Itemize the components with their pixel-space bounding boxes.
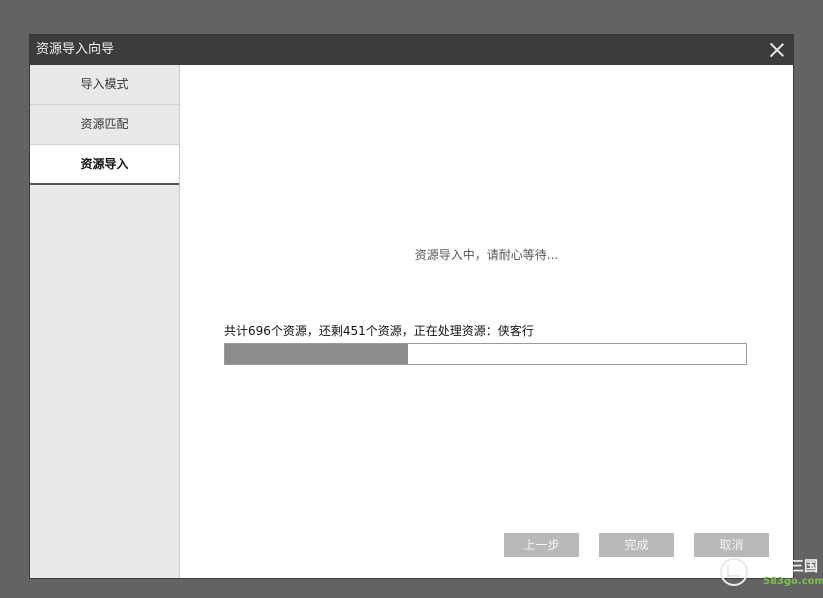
dialog-title: 资源导入向导	[36, 42, 115, 57]
watermark-text: 三国	[790, 559, 818, 575]
finish-button[interactable]: 完成	[599, 533, 674, 557]
step-import-mode[interactable]: 导入模式	[30, 65, 179, 105]
step-resource-import[interactable]: 资源导入	[30, 145, 179, 185]
import-wizard-dialog: 资源导入向导 导入模式 资源匹配 资源导入 资源导入中，请耐心等待... 共计6…	[30, 35, 793, 578]
progress-bar-fill	[225, 344, 409, 364]
title-bar[interactable]: 资源导入向导	[30, 35, 793, 65]
progress-status-text: 共计696个资源，还剩451个资源，正在处理资源：侠客行	[224, 324, 534, 338]
watermark-logo-icon	[720, 558, 748, 586]
progress-bar	[224, 343, 747, 365]
close-icon[interactable]	[767, 40, 787, 60]
waiting-message: 资源导入中，请耐心等待...	[414, 248, 559, 262]
step-resource-match[interactable]: 资源匹配	[30, 105, 179, 145]
prev-button[interactable]: 上一步	[504, 533, 579, 557]
watermark-url: 583go.com	[763, 576, 823, 587]
wizard-content: 资源导入中，请耐心等待... 共计696个资源，还剩451个资源，正在处理资源：…	[180, 65, 793, 578]
cancel-button[interactable]: 取消	[694, 533, 769, 557]
wizard-steps-sidebar: 导入模式 资源匹配 资源导入	[30, 65, 180, 578]
